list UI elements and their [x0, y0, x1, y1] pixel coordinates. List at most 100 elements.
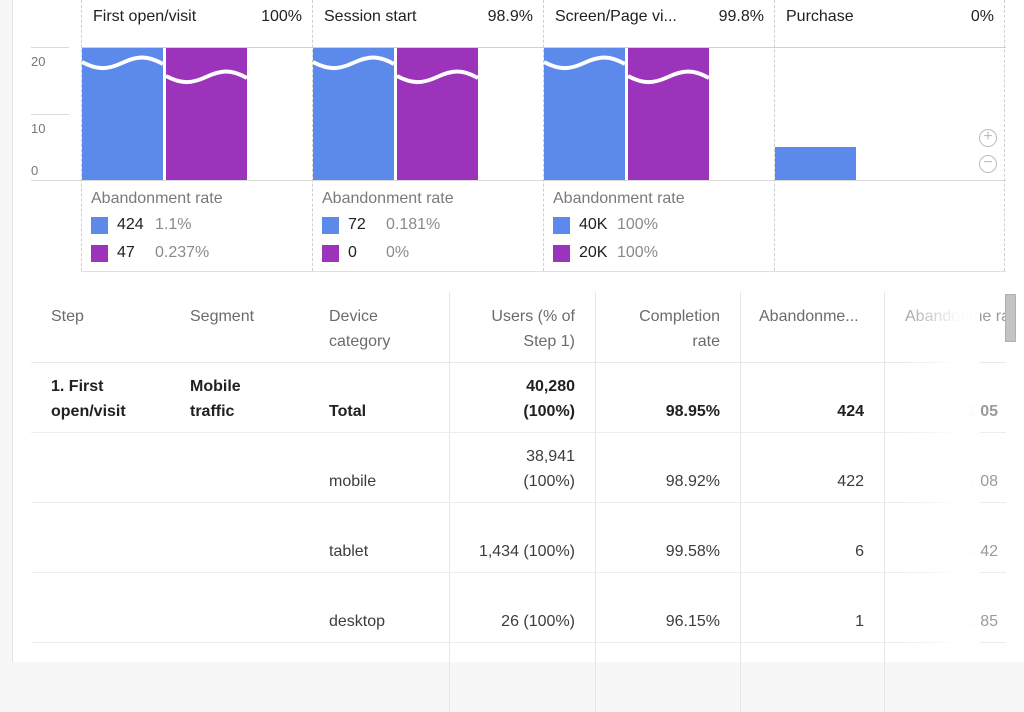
step-completion-pct: 98.9% [487, 8, 533, 25]
abandonment-count: 20K [579, 244, 608, 261]
table-row[interactable]: tablet 1,434 (100%) 99.58% 6 0.42 [31, 503, 1006, 573]
abandonment-rate: 1.1% [155, 216, 192, 233]
bar-segment-1[interactable] [82, 48, 163, 180]
bar-segment-2[interactable] [628, 48, 709, 180]
chart-bottom-border [81, 271, 1006, 272]
cell-segment [170, 573, 309, 642]
cell-step [31, 573, 170, 642]
users-pct: (100%) [523, 473, 575, 490]
users-count: 26 (100%) [501, 613, 575, 630]
column-header-segment[interactable]: Segment [170, 292, 309, 362]
axis-break-wave-line [313, 55, 394, 71]
step-completion-pct: 99.8% [718, 8, 764, 25]
segment-2-swatch [322, 244, 339, 262]
funnel-step-purchase[interactable]: Purchase 0% [774, 0, 1005, 271]
abandonment-rate: 0.181% [386, 216, 441, 233]
cell-device: Total [329, 403, 367, 420]
bar-segment-1[interactable] [313, 48, 394, 180]
column-header-abandonments[interactable]: Abandonme... [740, 292, 884, 362]
segment-2-swatch [91, 244, 108, 262]
cell-segment [170, 503, 309, 572]
zoom-in-icon[interactable]: + [979, 129, 997, 147]
abandonment-legend: Abandonment rate 424 1.1% 47 0.237% [91, 190, 306, 267]
cell-segment: Mobile traffic [190, 378, 241, 420]
step-completion-pct: 100% [261, 8, 302, 25]
cell-completion-rate: 98.95% [595, 363, 740, 432]
axis-break-wave-line [166, 69, 247, 85]
vertical-scrollbar-thumb[interactable] [1005, 294, 1016, 342]
axis-break-wave [544, 55, 625, 71]
bar-segment-1[interactable] [775, 147, 856, 180]
step-name: First open/visit [93, 8, 197, 25]
cell-users: 38,941 (100%) [449, 433, 595, 502]
funnel-step-screen-page-view[interactable]: Screen/Page vi... 99.8% Abandonment rate… [543, 0, 774, 271]
abandonment-title: Abandonment rate [553, 190, 685, 207]
column-header-completion-rate[interactable]: Completion rate [595, 292, 740, 362]
axis-break-wave-line [544, 55, 625, 71]
cell-completion-rate: 99.58% [595, 503, 740, 572]
abandonment-rate-value: 0.42 [966, 543, 998, 560]
cell-device: mobile [329, 473, 377, 490]
abandonment-rate-value: 1.05 [966, 403, 998, 420]
axis-break-wave [628, 69, 709, 85]
abandonment-row: 47 0.237% [91, 239, 306, 267]
axis-break-wave-line [82, 55, 163, 71]
segment-1-swatch [553, 216, 570, 234]
cell-users: 1,434 (100%) [449, 503, 595, 572]
funnel-table: Step Segment Device category Users (% of… [31, 292, 1006, 712]
table-row[interactable]: mobile 38,941 (100%) 98.92% 422 1.08 [31, 433, 1006, 503]
funnel-step-first-open[interactable]: First open/visit 100% Abandonment rate 4… [81, 0, 312, 271]
abandonment-row: 72 0.181% [322, 211, 537, 239]
column-header-device-category[interactable]: Device category [309, 292, 449, 362]
cell-abandonment-rate: 1.05 [884, 363, 1006, 432]
abandonment-count: 40K [579, 216, 608, 233]
column-header-abandonment-rate[interactable]: Abandonme ra [884, 292, 1006, 362]
users-pct: (100%) [523, 403, 575, 420]
column-header-users[interactable]: Users (% of Step 1) [449, 292, 595, 362]
users-count: 1,434 (100%) [478, 543, 575, 560]
cell-device: desktop [329, 613, 386, 630]
cell-step: 1. First open/visit [51, 378, 126, 420]
users-count: 40,280 [526, 378, 575, 395]
cell-segment [170, 433, 309, 502]
abandonment-legend: Abandonment rate 40K 100% 20K 100% [553, 190, 768, 267]
cell-abandonments: 6 [740, 503, 884, 572]
y-tick-label: 0 [31, 163, 39, 178]
funnel-step-session-start[interactable]: Session start 98.9% Abandonment rate 72 … [312, 0, 543, 271]
table-row[interactable]: 1. First open/visit Mobile traffic Total… [31, 363, 1006, 433]
cell-abandonment-rate: 0.42 [884, 503, 1006, 572]
abandonment-legend: Abandonment rate 72 0.181% 0 0% [322, 190, 537, 267]
abandonment-rate: 0.237% [155, 244, 210, 261]
cell-step [31, 503, 170, 572]
step-completion-pct: 0% [970, 8, 994, 25]
axis-break-wave-line [628, 69, 709, 85]
bar-segment-2[interactable] [397, 48, 478, 180]
cell-users: 40,280 (100%) [449, 363, 595, 432]
bar-segment-2[interactable] [166, 48, 247, 180]
funnel-chart: 20 10 0 First open/visit 100% Abandonmen… [0, 0, 1024, 275]
column-header-step[interactable]: Step [31, 292, 170, 362]
bar-segment-1[interactable] [544, 48, 625, 180]
y-tick-label: 20 [31, 54, 46, 69]
cell-step [31, 433, 170, 502]
step-name: Session start [324, 8, 417, 25]
axis-break-wave [313, 55, 394, 71]
abandonment-count: 0 [348, 244, 357, 261]
cell-abandonments: 424 [740, 363, 884, 432]
abandonment-row: 20K 100% [553, 239, 768, 267]
table-row[interactable]: desktop 26 (100%) 96.15% 1 3.85 [31, 573, 1006, 643]
zoom-out-icon[interactable]: − [979, 155, 997, 173]
cell-device: tablet [329, 543, 369, 560]
abandonment-row: 40K 100% [553, 211, 768, 239]
abandonment-rate-value: 3.85 [966, 613, 998, 630]
cell-completion-rate: 98.92% [595, 433, 740, 502]
cell-users: 26 (100%) [449, 573, 595, 642]
abandonment-rate-value: 1.08 [966, 473, 998, 490]
abandonment-title: Abandonment rate [91, 190, 223, 207]
abandonment-count: 72 [348, 216, 366, 233]
users-count: 38,941 [526, 448, 575, 465]
abandonment-rate: 0% [386, 244, 410, 261]
segment-1-swatch [91, 216, 108, 234]
cell-abandonments: 1 [740, 573, 884, 642]
table-row-partial [31, 643, 1006, 712]
